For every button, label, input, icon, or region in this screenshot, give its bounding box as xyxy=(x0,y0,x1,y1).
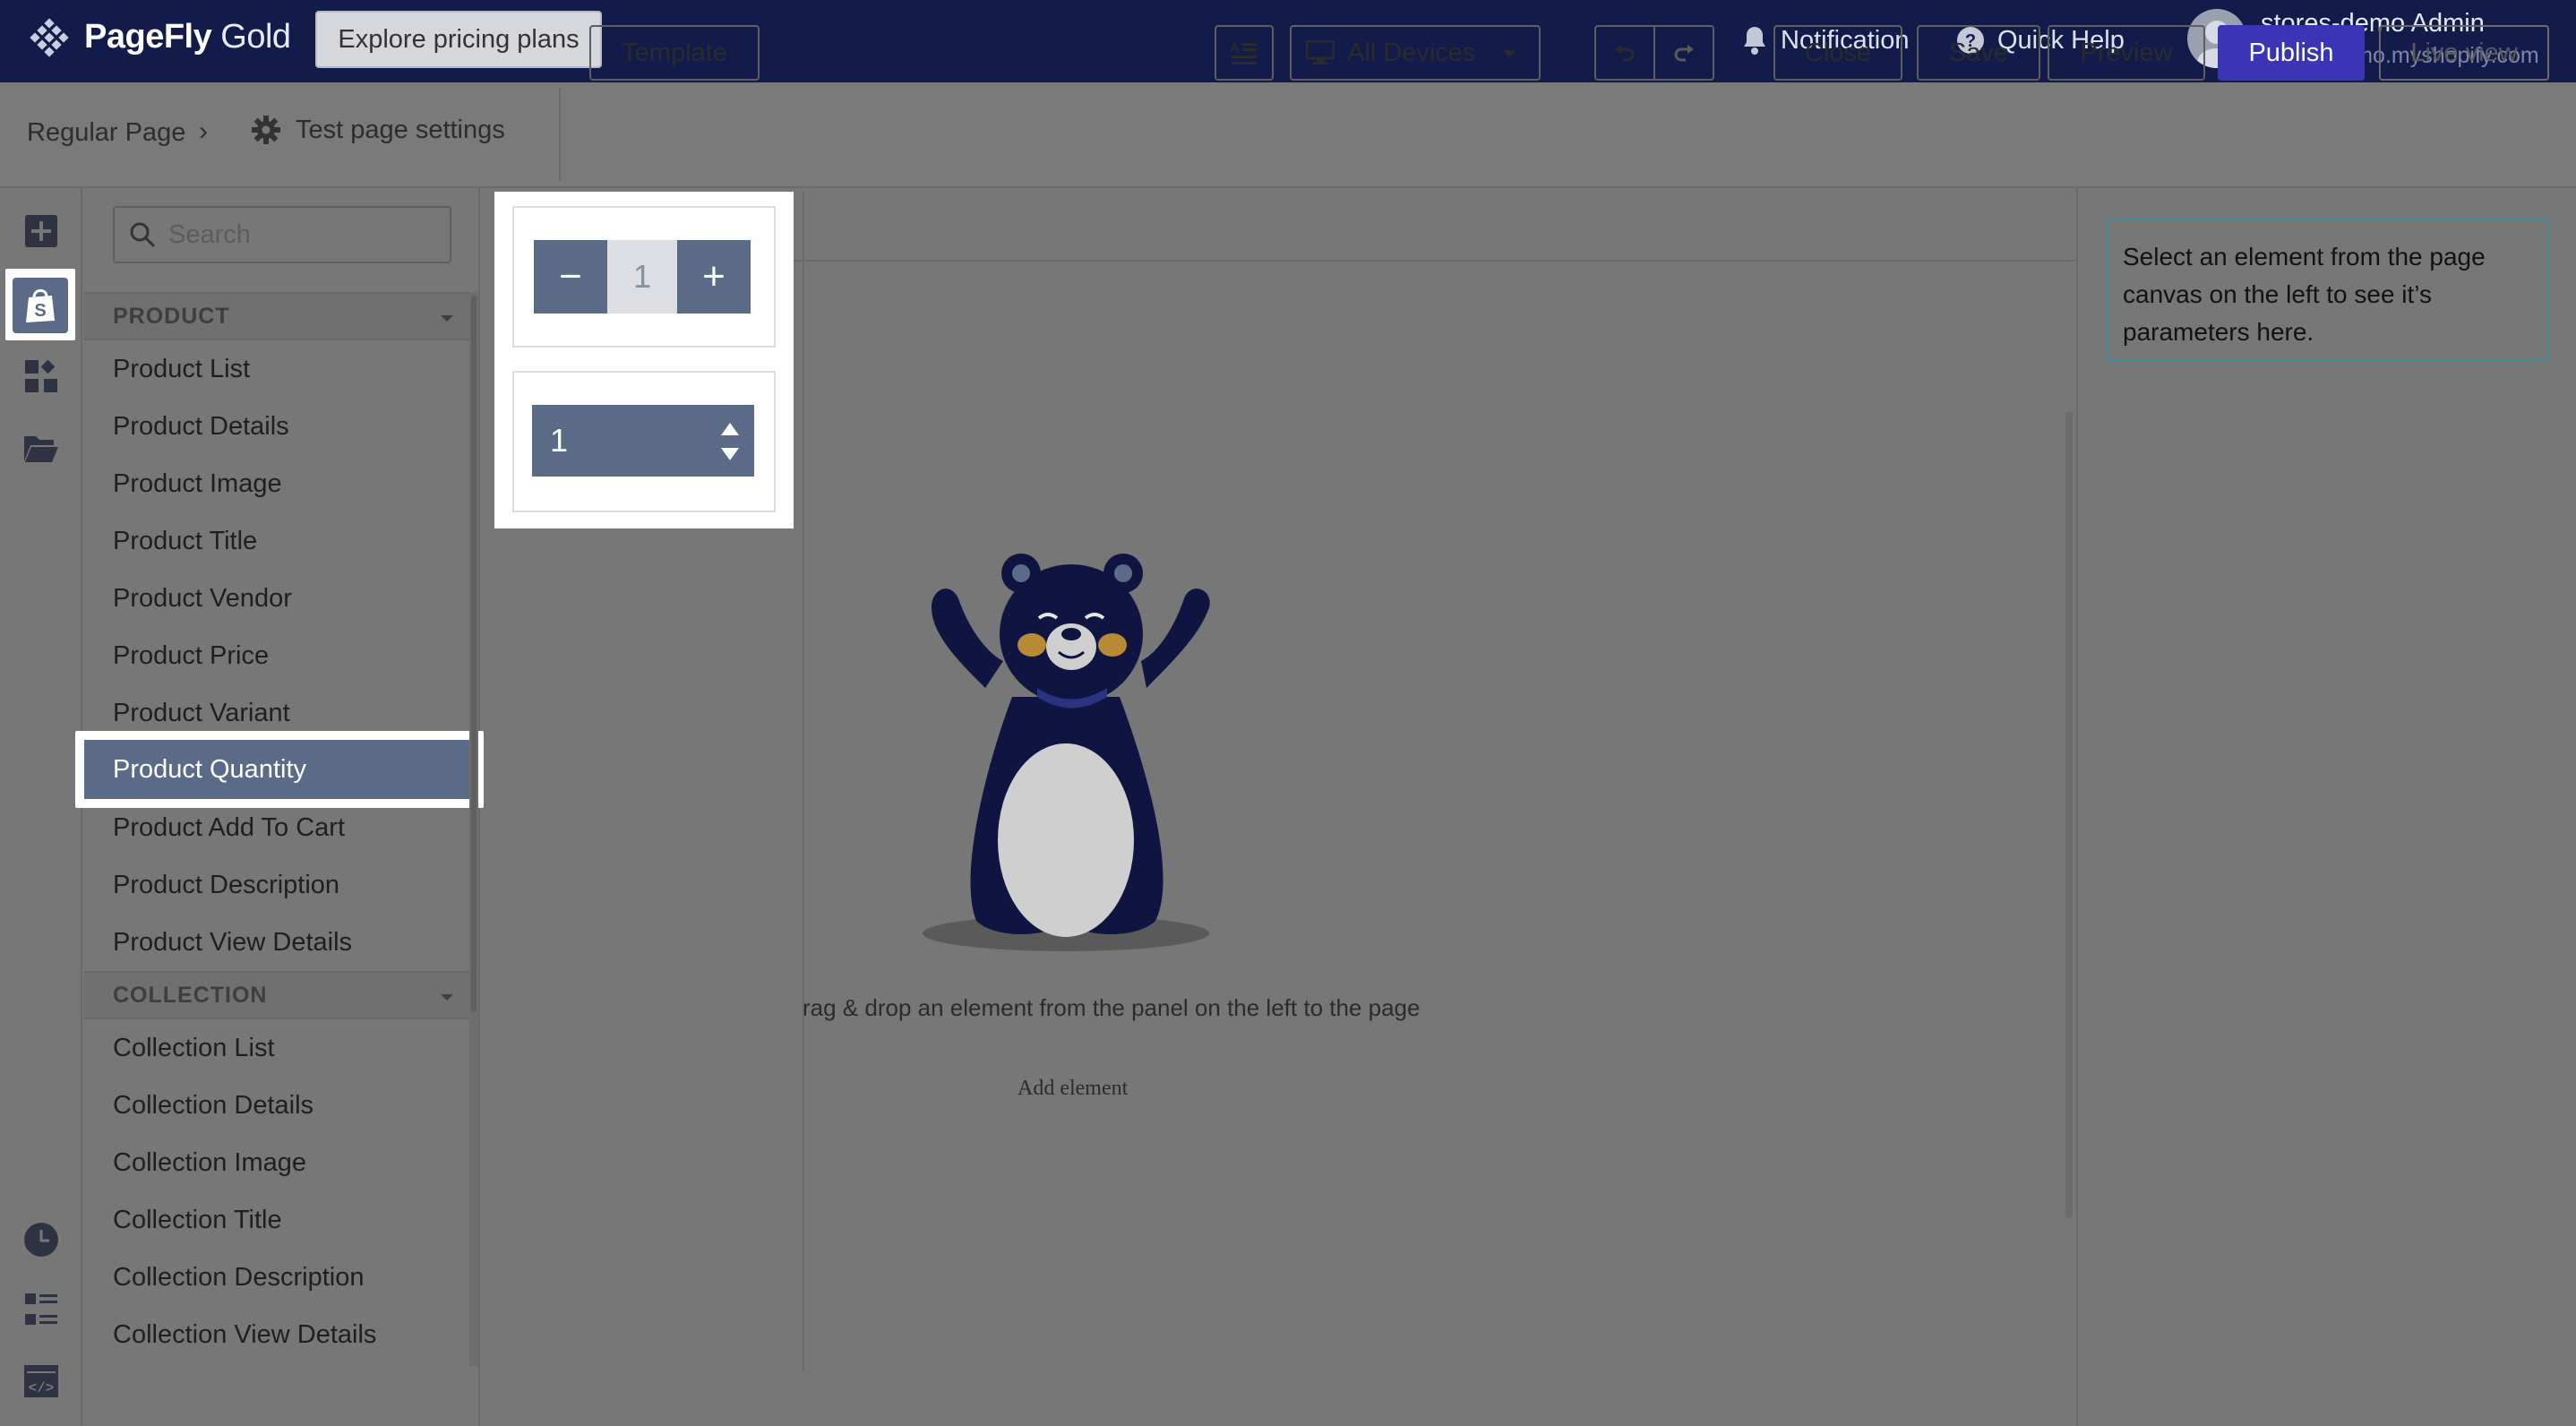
element-item[interactable]: Collection Title xyxy=(113,1202,282,1238)
element-item[interactable]: Product Variant xyxy=(113,695,290,731)
panel-scrollbar-thumb[interactable] xyxy=(471,296,477,1012)
search-box[interactable] xyxy=(113,206,451,263)
redo-button[interactable] xyxy=(1653,25,1714,81)
shopify-bag-icon[interactable]: S xyxy=(13,278,68,333)
close-button[interactable]: Close xyxy=(1773,25,1902,81)
plus-button[interactable]: + xyxy=(677,240,751,314)
element-item[interactable]: Product Description xyxy=(113,867,339,903)
preview-button[interactable]: Preview xyxy=(2048,25,2205,81)
page-settings-label: Test page settings xyxy=(296,115,505,144)
canvas-hint: rag & drop an element from the panel on … xyxy=(803,994,1421,1021)
search-input[interactable] xyxy=(168,219,437,250)
history-icon[interactable] xyxy=(21,1220,61,1259)
quantity-value: 1 xyxy=(607,240,677,314)
section-header-collection[interactable]: COLLECTION xyxy=(84,971,469,1019)
element-item[interactable]: Collection Image xyxy=(113,1145,306,1181)
template-button[interactable]: Template xyxy=(589,25,760,81)
add-element-link[interactable]: Add element xyxy=(1018,1077,1128,1101)
element-item[interactable]: Collection Description xyxy=(113,1259,364,1295)
device-select-label: All Devices xyxy=(1347,38,1476,67)
bear-mascot-illustration xyxy=(923,554,1227,953)
element-item-active[interactable]: Product Quantity xyxy=(84,740,469,799)
save-button[interactable]: Save xyxy=(1917,25,2040,81)
element-item[interactable]: Product Details xyxy=(113,408,289,444)
quantity-value: 1 xyxy=(550,422,569,459)
element-item[interactable]: Product View Details xyxy=(113,924,352,960)
element-item[interactable]: Product List xyxy=(113,351,250,387)
svg-text:</>: </> xyxy=(29,1380,55,1396)
caret-down-icon xyxy=(441,994,453,1001)
quantity-number-input[interactable]: 1 xyxy=(532,405,754,477)
undo-button[interactable] xyxy=(1594,25,1655,81)
widgets-icon[interactable] xyxy=(21,356,61,396)
toolbar-divider xyxy=(559,88,561,181)
add-icon[interactable] xyxy=(21,211,61,251)
inspector-panel xyxy=(2076,188,2576,1426)
caret-down-icon xyxy=(441,315,453,322)
element-item[interactable]: Product Add To Cart xyxy=(113,810,345,846)
desktop-icon xyxy=(1306,40,1335,64)
section-header-label: COLLECTION xyxy=(113,982,268,1008)
list-icon[interactable] xyxy=(21,1290,61,1329)
page-settings-button[interactable]: Test page settings xyxy=(251,115,505,145)
element-item[interactable]: Collection List xyxy=(113,1030,275,1066)
canvas-scrollbar[interactable] xyxy=(2065,412,2073,1218)
element-item[interactable]: Collection Details xyxy=(113,1087,313,1123)
svg-text:S: S xyxy=(34,301,46,321)
device-select[interactable]: All Devices xyxy=(1290,25,1541,81)
chevron-right-icon: › xyxy=(199,116,208,146)
bell-icon xyxy=(1744,27,1765,55)
element-item[interactable]: Collection View Details xyxy=(113,1317,376,1353)
gear-icon xyxy=(252,116,280,144)
folder-icon[interactable] xyxy=(21,428,61,468)
element-item[interactable]: Product Image xyxy=(113,466,282,502)
section-header-product[interactable]: PRODUCT xyxy=(84,292,469,340)
publish-button[interactable]: Publish xyxy=(2218,25,2365,81)
redo-icon xyxy=(1674,45,1694,62)
caret-down-icon xyxy=(1503,50,1516,57)
spinner-arrows-icon xyxy=(721,423,739,460)
code-icon[interactable]: </> xyxy=(21,1362,61,1401)
section-header-label: PRODUCT xyxy=(113,303,230,329)
element-item[interactable]: Product Title xyxy=(113,523,257,559)
explore-pricing-button[interactable]: Explore pricing plans xyxy=(315,11,602,68)
pagefly-logo-icon xyxy=(27,18,72,63)
brand-name: PageFly Gold xyxy=(84,18,291,56)
minus-button[interactable]: − xyxy=(534,240,607,314)
inspector-empty-message: Select an element from the page canvas o… xyxy=(2107,219,2549,362)
undo-icon xyxy=(1615,45,1635,62)
text-align-button[interactable]: A xyxy=(1215,25,1274,81)
editor-toolbar: Regular Page › Test page settings xyxy=(0,82,2576,188)
canvas-left-border xyxy=(803,192,804,1370)
element-item[interactable]: Product Vendor xyxy=(113,580,292,616)
text-lines-icon: A xyxy=(1230,40,1257,64)
quantity-stepper[interactable]: − 1 + xyxy=(534,240,751,314)
canvas-divider xyxy=(794,260,2078,262)
element-item[interactable]: Product Price xyxy=(113,638,269,674)
live-view-button[interactable]: Live view xyxy=(2379,25,2549,81)
search-icon xyxy=(130,222,156,248)
svg-text:A: A xyxy=(1230,40,1240,56)
breadcrumb[interactable]: Regular Page xyxy=(27,118,185,148)
